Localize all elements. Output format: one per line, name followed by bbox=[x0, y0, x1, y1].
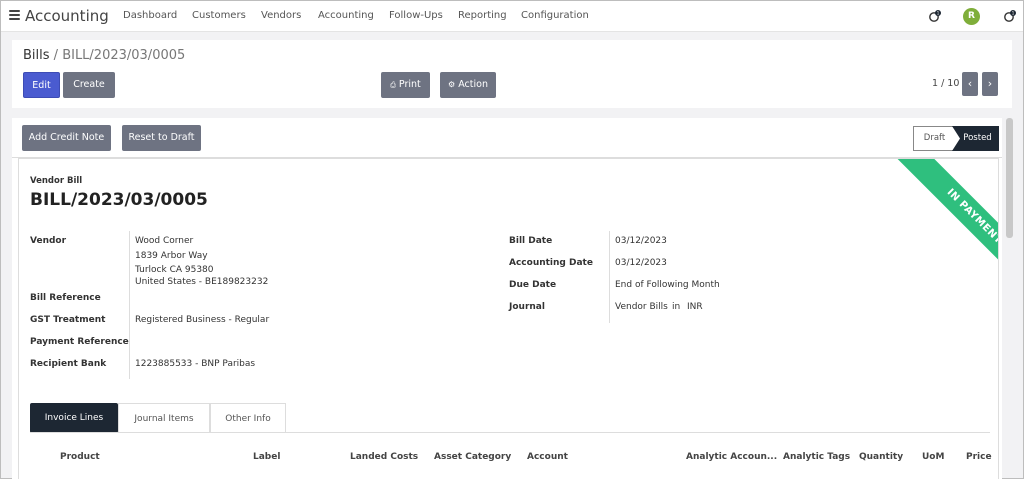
menu-dashboard[interactable]: Dashboard bbox=[123, 10, 177, 21]
payment-reference-label: Payment Reference bbox=[30, 337, 129, 347]
top-navbar: Accounting Dashboard Customers Vendors A… bbox=[1, 1, 1023, 32]
recipient-bank-link[interactable]: 1223885533 - BNP Paribas bbox=[135, 359, 255, 369]
chevron-left-icon: ‹ bbox=[967, 77, 973, 90]
form-sheet: Add Credit Note Reset to Draft Draft Pos… bbox=[12, 118, 1002, 479]
bill-reference-label: Bill Reference bbox=[30, 293, 101, 303]
journal-label: Journal bbox=[509, 302, 545, 312]
menu-reporting[interactable]: Reporting bbox=[458, 10, 507, 21]
vendor-address-line: 1839 Arbor Way bbox=[135, 251, 208, 261]
menu-customers[interactable]: Customers bbox=[192, 10, 246, 21]
print-button[interactable]: ⎙ Print bbox=[381, 72, 430, 98]
tab-invoice-lines[interactable]: Invoice Lines bbox=[30, 403, 118, 433]
column-header-quantity[interactable]: Quantity bbox=[859, 452, 903, 462]
print-icon: ⎙ bbox=[390, 81, 396, 89]
breadcrumb-bills-link[interactable]: Bills bbox=[23, 48, 50, 63]
column-header-label[interactable]: Label bbox=[253, 452, 280, 462]
column-header-uom[interactable]: UoM bbox=[922, 452, 944, 462]
right-group-divider bbox=[609, 231, 610, 323]
bill-form-card: IN PAYMENT Vendor Bill BILL/2023/03/0005… bbox=[18, 158, 999, 479]
due-date-label: Due Date bbox=[509, 280, 557, 290]
action-label: Action bbox=[458, 79, 488, 90]
journal-currency-link[interactable]: INR bbox=[687, 302, 703, 312]
add-credit-note-button[interactable]: Add Credit Note bbox=[22, 125, 111, 151]
vertical-scrollbar[interactable] bbox=[1006, 118, 1013, 238]
tabs-divider bbox=[30, 432, 990, 433]
column-header-account[interactable]: Account bbox=[527, 452, 568, 462]
column-header-analytic-account[interactable]: Analytic Accoun... bbox=[686, 452, 777, 462]
document-type: Vendor Bill bbox=[30, 176, 83, 186]
stage-draft[interactable]: Draft bbox=[913, 126, 955, 151]
hamburger-menu-icon[interactable] bbox=[9, 10, 20, 20]
edit-button[interactable]: Edit bbox=[23, 72, 60, 98]
tab-other-info[interactable]: Other Info bbox=[210, 403, 286, 433]
bill-date-label: Bill Date bbox=[509, 236, 553, 246]
pager-value[interactable]: 1 / 10 bbox=[932, 78, 959, 89]
column-header-asset-category[interactable]: Asset Category bbox=[434, 452, 511, 462]
menu-accounting[interactable]: Accounting bbox=[318, 10, 374, 21]
gst-treatment-value: Registered Business - Regular bbox=[135, 315, 270, 325]
accounting-date-label: Accounting Date bbox=[509, 258, 593, 268]
column-header-landed-costs[interactable]: Landed Costs bbox=[350, 452, 418, 462]
menu-vendors[interactable]: Vendors bbox=[261, 10, 301, 21]
vendor-address-line: United States - BE189823232 bbox=[135, 277, 269, 287]
recipient-bank-label: Recipient Bank bbox=[30, 359, 107, 369]
user-avatar[interactable]: R bbox=[963, 8, 980, 25]
messages-icon[interactable]: 1 bbox=[1004, 10, 1016, 22]
gst-treatment-label: GST Treatment bbox=[30, 315, 106, 325]
gear-icon: ⚙ bbox=[448, 80, 456, 89]
status-bar: Add Credit Note Reset to Draft Draft Pos… bbox=[12, 118, 1002, 158]
vendor-name-link[interactable]: Wood Corner bbox=[135, 236, 193, 246]
activity-clock-icon[interactable]: 1 bbox=[929, 10, 941, 22]
tab-journal-items[interactable]: Journal Items bbox=[118, 403, 210, 433]
breadcrumb: Bills / BILL/2023/03/0005 bbox=[23, 48, 185, 63]
breadcrumb-current: BILL/2023/03/0005 bbox=[62, 48, 186, 63]
control-panel: Bills / BILL/2023/03/0005 Edit Create ⎙ … bbox=[12, 40, 1012, 108]
print-label: Print bbox=[398, 79, 421, 90]
bill-date-value: 03/12/2023 bbox=[615, 236, 667, 246]
reset-to-draft-button[interactable]: Reset to Draft bbox=[122, 125, 201, 151]
journal-in-text: in bbox=[672, 302, 681, 312]
pager-next-button[interactable]: › bbox=[982, 72, 998, 96]
pager-previous-button[interactable]: ‹ bbox=[962, 72, 978, 96]
activity-count: 1 bbox=[937, 11, 940, 16]
vendor-address-line: Turlock CA 95380 bbox=[135, 265, 214, 275]
accounting-date-value: 03/12/2023 bbox=[615, 258, 667, 268]
menu-follow-ups[interactable]: Follow-Ups bbox=[389, 10, 443, 21]
action-button[interactable]: ⚙ Action bbox=[440, 72, 496, 98]
column-header-analytic-tags[interactable]: Analytic Tags bbox=[783, 452, 850, 462]
column-header-price[interactable]: Price bbox=[966, 452, 992, 462]
journal-link[interactable]: Vendor Bills bbox=[615, 302, 668, 312]
chevron-right-icon: › bbox=[987, 77, 993, 90]
breadcrumb-separator: / bbox=[49, 48, 63, 63]
vendor-label: Vendor bbox=[30, 236, 67, 246]
due-date-value: End of Following Month bbox=[615, 280, 720, 290]
app-title[interactable]: Accounting bbox=[25, 7, 109, 25]
messages-count: 1 bbox=[1012, 11, 1015, 16]
column-header-product[interactable]: Product bbox=[60, 452, 100, 462]
menu-configuration[interactable]: Configuration bbox=[521, 10, 589, 21]
stage-posted[interactable]: Posted bbox=[952, 126, 999, 151]
in-payment-ribbon: IN PAYMENT bbox=[897, 159, 998, 294]
create-button[interactable]: Create bbox=[63, 72, 115, 98]
document-title: BILL/2023/03/0005 bbox=[30, 190, 208, 210]
left-group-divider bbox=[129, 231, 130, 379]
